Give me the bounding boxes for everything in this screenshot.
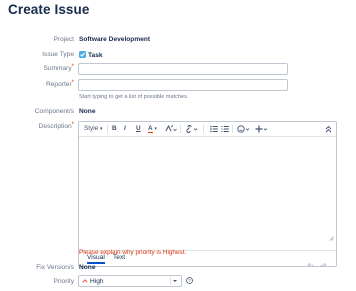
emoji-icon <box>237 125 250 133</box>
required-marker: * <box>71 64 74 70</box>
components-value[interactable]: None <box>79 108 95 115</box>
chevron-down-icon <box>173 280 177 282</box>
task-checkbox-icon <box>79 51 86 58</box>
required-marker: * <box>71 80 74 86</box>
required-marker: * <box>71 122 74 128</box>
reporter-label-text: Reporter <box>46 81 72 88</box>
redo-button[interactable] <box>320 255 327 273</box>
issue-type-text: Task <box>88 52 103 59</box>
dialog-title: Create Issue <box>8 2 90 17</box>
fix-versions-value[interactable]: None <box>79 264 95 271</box>
style-dropdown[interactable]: Style ▾ <box>84 125 103 132</box>
undo-button[interactable] <box>307 255 314 273</box>
chevron-down-icon: ▾ <box>154 126 157 132</box>
project-value: Software Development <box>79 36 151 43</box>
italic-button[interactable]: I <box>124 125 126 132</box>
summary-input[interactable] <box>78 63 288 75</box>
link-icon <box>186 125 198 133</box>
dialog-header: Create Issue <box>0 0 356 23</box>
priority-value: High <box>90 277 104 285</box>
collapse-toolbar-button[interactable] <box>325 125 332 133</box>
issue-type-label: Issue Type <box>42 51 74 58</box>
description-label: Description* <box>38 122 74 130</box>
style-label: Style <box>84 125 99 132</box>
numbered-list-button[interactable] <box>221 125 229 133</box>
plus-icon <box>255 125 268 133</box>
bullet-list-button[interactable] <box>210 125 218 133</box>
emoji-button[interactable] <box>237 125 251 133</box>
components-label: Component/s <box>34 108 74 115</box>
priority-select[interactable]: High <box>78 275 182 287</box>
description-editor[interactable]: Style ▾ B I U A ▾ Visual Text <box>78 121 337 268</box>
issue-type-value[interactable]: Task <box>79 51 103 59</box>
toolbar-divider <box>203 125 204 133</box>
project-label: Project <box>53 36 74 43</box>
toolbar-divider <box>107 125 108 133</box>
reporter-input[interactable] <box>78 79 288 91</box>
more-formatting-icon <box>165 125 177 132</box>
resize-handle-icon[interactable] <box>329 228 334 246</box>
link-button[interactable] <box>185 125 199 133</box>
underline-button[interactable]: U <box>136 125 141 132</box>
svg-text:?: ? <box>188 278 191 283</box>
help-icon[interactable]: ? <box>186 277 193 284</box>
numbered-list-icon <box>221 126 229 132</box>
summary-label: Summary* <box>43 64 74 72</box>
bold-button[interactable]: B <box>112 125 117 132</box>
toolbar-divider <box>180 125 181 133</box>
more-formatting-button[interactable] <box>165 125 177 133</box>
text-color-button[interactable]: A ▾ <box>148 125 157 133</box>
bullet-list-icon <box>210 125 218 133</box>
priority-high-icon <box>82 279 88 283</box>
select-divider <box>170 277 171 285</box>
create-issue-form: Project Software Development Issue Type … <box>0 22 356 291</box>
text-color-icon: A <box>148 125 153 133</box>
reporter-label: Reporter* <box>46 80 74 88</box>
description-error: Please explain why priority is Highest. <box>79 249 187 256</box>
reporter-hint: Start typing to get a list of possible m… <box>79 94 189 100</box>
description-label-text: Description <box>38 123 72 130</box>
priority-label: Priority <box>53 278 74 285</box>
chevron-down-icon: ▾ <box>100 126 103 132</box>
editor-toolbar: Style ▾ B I U A ▾ <box>79 122 336 137</box>
insert-more-button[interactable] <box>255 125 269 133</box>
summary-label-text: Summary <box>43 65 72 72</box>
undo-icon <box>307 262 314 268</box>
redo-icon <box>320 262 327 268</box>
toolbar-divider <box>232 125 233 133</box>
fix-versions-label: Fix Version/s <box>36 264 74 271</box>
double-chevron-up-icon <box>325 125 332 133</box>
